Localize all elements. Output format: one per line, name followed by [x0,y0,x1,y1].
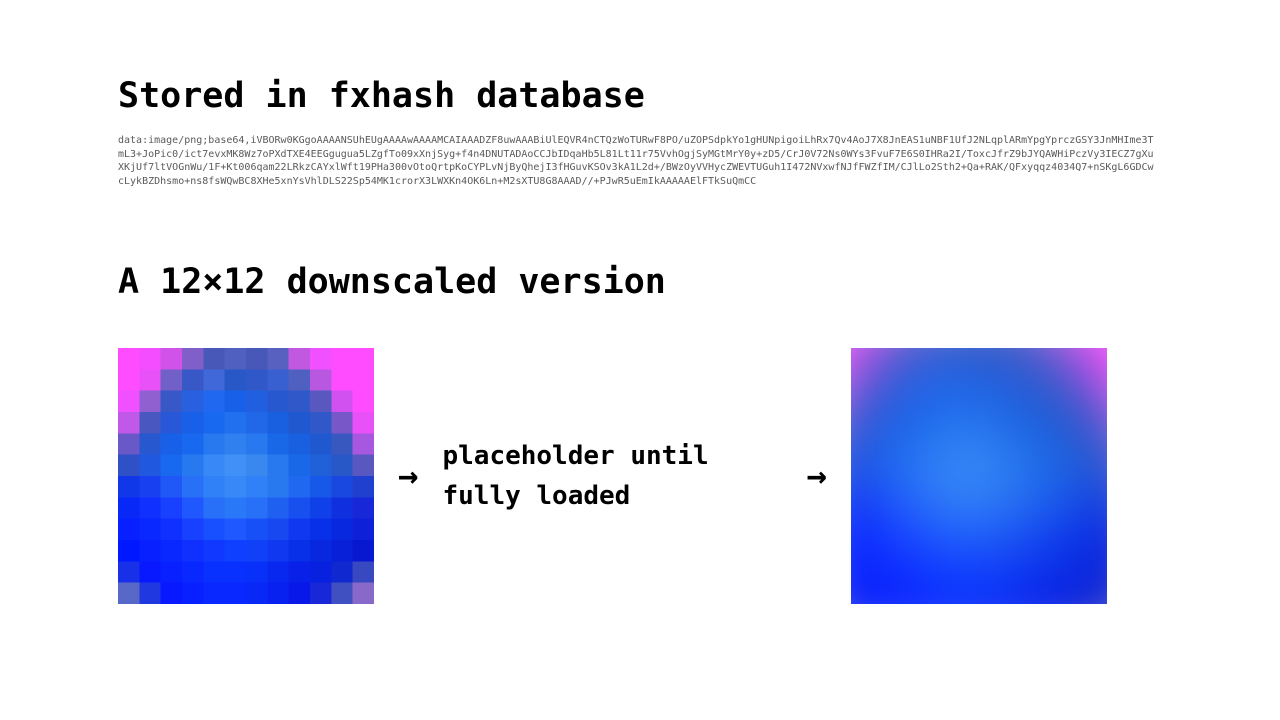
arrow-icon: → [798,456,834,496]
heading-stored: Stored in fxhash database [118,76,1162,116]
base64-string: data:image/png;base64,iVBORw0KGgoAAAANSU… [118,134,1158,188]
heading-downscaled: A 12×12 downscaled version [118,262,1162,302]
illustration-row: → placeholder until fully loaded → [118,348,1162,604]
blurred-thumbnail [851,348,1107,604]
pixelated-thumbnail [118,348,374,604]
arrow-icon: → [390,456,426,496]
placeholder-caption: placeholder until fully loaded [442,436,782,517]
